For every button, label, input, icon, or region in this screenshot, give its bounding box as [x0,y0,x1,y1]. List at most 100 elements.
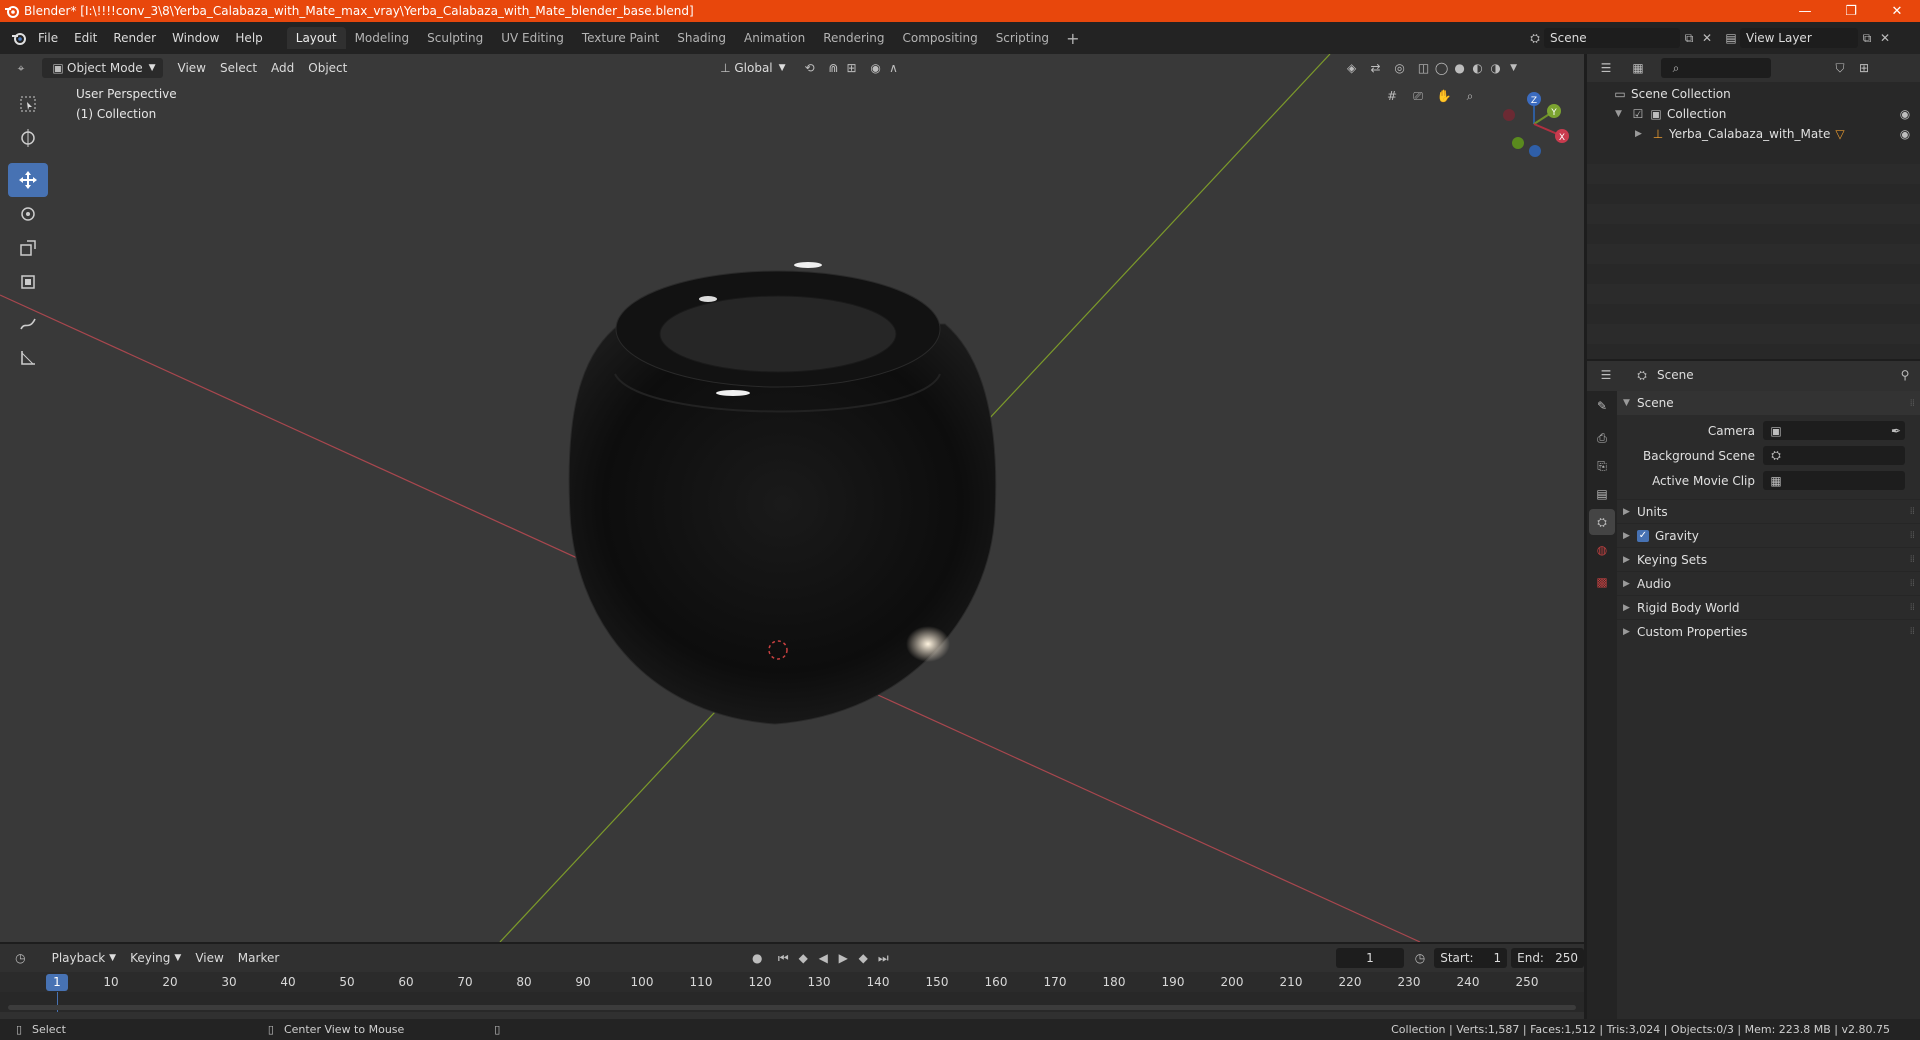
active-movie-clip-field[interactable]: ▦ [1763,471,1905,490]
timeline-editor-icon[interactable]: ◷ [12,949,29,967]
scale-tool[interactable] [8,231,48,265]
new-scene-icon[interactable]: ⧉ [1680,29,1698,47]
timeline-ruler[interactable]: 1 10 20 30 40 50 60 70 80 90 100 110 120… [0,972,1584,992]
overlays-icon[interactable]: ◎ [1391,59,1409,77]
tab-layout[interactable]: Layout [286,27,346,49]
scene-selector[interactable]: Scene [1544,28,1680,48]
outliner-editor-icon[interactable]: ☰ [1597,59,1615,77]
play-reverse-icon[interactable]: ◀ [814,949,832,967]
outliner-search-input[interactable]: ⌕ [1661,58,1771,78]
filter-icon[interactable]: ⛉ [1831,59,1849,77]
minimize-button[interactable]: — [1782,0,1828,22]
viewport-menu-view[interactable]: View [171,58,213,78]
record-icon[interactable]: ● [748,949,766,967]
jump-start-icon[interactable]: ⏮ [774,949,792,967]
object-mode-dropdown[interactable]: ▣ Object Mode ▼ [42,58,163,78]
outliner-row-object[interactable]: ▶ ⊥ Yerba_Calabaza_with_Mate ▽ ◉ [1587,124,1920,144]
blender-menu-icon[interactable] [8,27,30,49]
view-layer-selector[interactable]: View Layer [1740,28,1858,48]
solid-shading-icon[interactable]: ● [1451,59,1469,77]
tab-animation[interactable]: Animation [735,27,814,49]
navigation-gizmo[interactable]: Z Y X [1503,92,1569,157]
output-tab-icon[interactable]: ⎘ [1589,453,1615,479]
eye-icon[interactable]: ◉ [1896,125,1914,143]
tab-scripting[interactable]: Scripting [987,27,1058,49]
xray-icon[interactable]: ◫ [1415,59,1433,77]
select-box-tool[interactable] [8,87,48,121]
menu-help[interactable]: Help [227,28,270,48]
audio-panel-header[interactable]: ▶ Audio ⁞⁞ [1617,571,1920,595]
outliner-row-collection[interactable]: ▼ ☑ ▣ Collection ◉ [1587,104,1920,124]
camera-field[interactable]: ▣ ✒ [1763,421,1905,440]
viewport-menu-object[interactable]: Object [301,58,354,78]
proportional-editing-icon[interactable]: ◉ [867,59,885,77]
hand-pan-icon[interactable]: ✋ [1435,87,1453,105]
pivot-point-icon[interactable]: ⟲ [801,59,819,77]
pin-icon[interactable]: ⚲ [1896,366,1914,384]
drag-grip-icon[interactable]: ⁞⁞ [1910,506,1915,517]
move-tool[interactable] [8,163,48,197]
clock-icon[interactable]: ◷ [1412,949,1429,967]
checkbox-icon[interactable]: ☑ [1629,105,1647,123]
menu-window[interactable]: Window [164,28,227,48]
timeline-menu-marker[interactable]: Marker [231,948,286,968]
cursor-tool[interactable] [8,121,48,155]
annotate-tool[interactable] [8,307,48,341]
next-keyframe-icon[interactable]: ◆ [854,949,872,967]
scene-icon[interactable]: ⛭ [1526,29,1544,47]
grid-view-icon[interactable]: # [1383,87,1401,105]
visibility-icon[interactable]: ◈ [1343,59,1361,77]
keying-sets-panel-header[interactable]: ▶ Keying Sets ⁞⁞ [1617,547,1920,571]
play-icon[interactable]: ▶ [834,949,852,967]
tab-rendering[interactable]: Rendering [814,27,893,49]
tool-tab-icon[interactable]: ✎ [1589,393,1615,419]
menu-edit[interactable]: Edit [66,28,105,48]
object-data-icon[interactable]: ▽ [1831,125,1849,143]
prev-keyframe-icon[interactable]: ◆ [794,949,812,967]
transform-tool[interactable] [8,265,48,299]
tab-sculpting[interactable]: Sculpting [418,27,492,49]
view-layer-tab-icon[interactable]: ▤ [1589,481,1615,507]
drag-grip-icon[interactable]: ⁞⁞ [1910,398,1915,409]
eyedropper-icon[interactable]: ✒ [1887,422,1905,440]
viewport-menu-add[interactable]: Add [264,58,301,78]
world-tab-icon[interactable]: ◍ [1589,537,1615,563]
editor-type-icon[interactable]: ⌖ [12,59,30,77]
timeline-menu-playback[interactable]: Playback ▼ [45,948,123,968]
custom-properties-panel-header[interactable]: ▶ Custom Properties ⁞⁞ [1617,619,1920,643]
timeline-scrollbar[interactable] [8,1005,1576,1010]
jump-end-icon[interactable]: ⏭ [874,949,892,967]
eye-icon[interactable]: ◉ [1896,105,1914,123]
render-tab-icon[interactable]: ⎙ [1589,425,1615,451]
view-layer-icon[interactable]: ▤ [1722,29,1740,47]
add-workspace-button[interactable]: + [1058,29,1087,48]
tab-shading[interactable]: Shading [668,27,735,49]
texture-tab-icon[interactable]: ▩ [1589,569,1615,595]
material-shading-icon[interactable]: ◐ [1469,59,1487,77]
rendered-shading-icon[interactable]: ◑ [1487,59,1505,77]
new-collection-icon[interactable]: ⊞ [1855,59,1873,77]
shading-options-icon[interactable]: ▼ [1505,59,1523,77]
expand-triangle-icon[interactable]: ▶ [1635,129,1649,139]
measure-tool[interactable] [8,341,48,375]
units-panel-header[interactable]: ▶ Units ⁞⁞ [1617,499,1920,523]
scene-panel-header[interactable]: ▼ Scene ⁞⁞ [1617,391,1920,415]
falloff-icon[interactable]: ∧ [885,59,903,77]
new-view-layer-icon[interactable]: ⧉ [1858,29,1876,47]
drag-grip-icon[interactable]: ⁞⁞ [1910,554,1915,565]
outliner-row-scene-collection[interactable]: ▭ Scene Collection [1587,84,1920,104]
drag-grip-icon[interactable]: ⁞⁞ [1910,626,1915,637]
tab-compositing[interactable]: Compositing [893,27,986,49]
delete-scene-icon[interactable]: ✕ [1698,29,1716,47]
wireframe-shading-icon[interactable]: ◯ [1433,59,1451,77]
timeline-menu-view[interactable]: View [188,948,230,968]
gourd-mesh[interactable] [568,262,997,725]
snap-icon[interactable]: ⋒ [825,59,843,77]
drag-grip-icon[interactable]: ⁞⁞ [1910,602,1915,613]
zoom-icon[interactable]: ⌕ [1461,87,1479,105]
3d-viewport[interactable]: Z Y X ⌖ ▣ Object Mode ▼ View Select Add … [0,54,1584,942]
maximize-button[interactable]: ❐ [1828,0,1874,22]
menu-file[interactable]: File [30,28,66,48]
tab-texture-paint[interactable]: Texture Paint [573,27,668,49]
timeline-track[interactable] [0,992,1584,1012]
